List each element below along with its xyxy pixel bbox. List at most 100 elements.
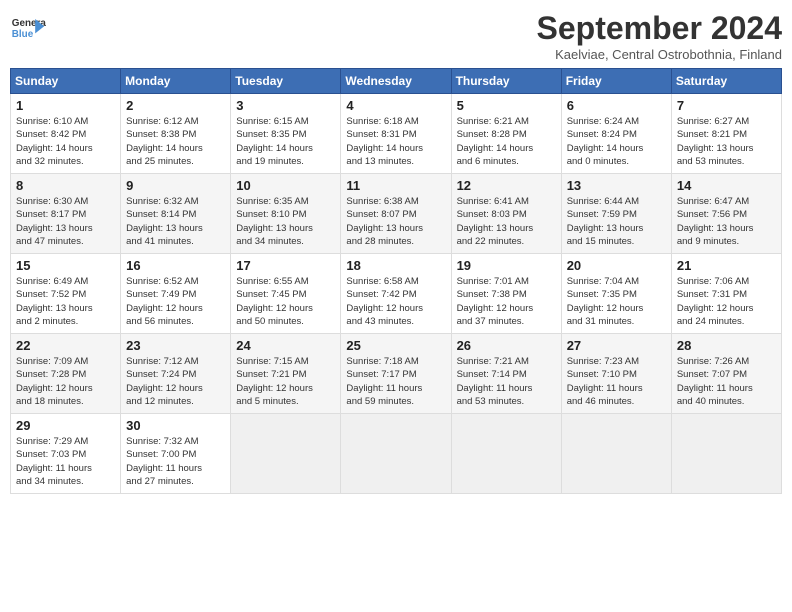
calendar-cell: 17Sunrise: 6:55 AMSunset: 7:45 PMDayligh… xyxy=(231,254,341,334)
calendar-cell: 6 Sunrise: 6:24 AMSunset: 8:24 PMDaylight… xyxy=(561,94,671,174)
day-info: Sunrise: 7:01 AMSunset: 7:38 PMDaylight:… xyxy=(457,275,556,328)
day-info: Sunrise: 6:30 AMSunset: 8:17 PMDaylight:… xyxy=(16,195,115,248)
header-saturday: Saturday xyxy=(671,69,781,94)
day-number: 22 xyxy=(16,338,115,353)
calendar-cell: 12 Sunrise: 6:41 AMSunset: 8:03 PMDayligh… xyxy=(451,174,561,254)
day-number: 8 xyxy=(16,178,115,193)
calendar-cell: 7 Sunrise: 6:27 AMSunset: 8:21 PMDaylight… xyxy=(671,94,781,174)
day-number: 27 xyxy=(567,338,666,353)
calendar-cell: 9 Sunrise: 6:32 AMSunset: 8:14 PMDaylight… xyxy=(121,174,231,254)
day-number: 6 xyxy=(567,98,666,113)
day-number: 25 xyxy=(346,338,445,353)
day-info: Sunrise: 6:44 AMSunset: 7:59 PMDaylight:… xyxy=(567,195,666,248)
day-info: Sunrise: 7:32 AMSunset: 7:00 PMDaylight:… xyxy=(126,435,225,488)
day-info: Sunrise: 6:49 AMSunset: 7:52 PMDaylight:… xyxy=(16,275,115,328)
day-number: 20 xyxy=(567,258,666,273)
calendar-cell: 3Sunrise: 6:15 AMSunset: 8:35 PMDaylight… xyxy=(231,94,341,174)
day-info: Sunrise: 7:12 AMSunset: 7:24 PMDaylight:… xyxy=(126,355,225,408)
day-info: Sunrise: 7:06 AMSunset: 7:31 PMDaylight:… xyxy=(677,275,776,328)
day-number: 19 xyxy=(457,258,556,273)
day-number: 1 xyxy=(16,98,115,113)
calendar-cell: 26 Sunrise: 7:21 AMSunset: 7:14 PMDayligh… xyxy=(451,334,561,414)
calendar-body: 1 Sunrise: 6:10 AMSunset: 8:42 PMDaylight… xyxy=(11,94,782,494)
day-info: Sunrise: 7:18 AMSunset: 7:17 PMDaylight:… xyxy=(346,355,445,408)
day-info: Sunrise: 6:55 AMSunset: 7:45 PMDaylight:… xyxy=(236,275,335,328)
header-thursday: Thursday xyxy=(451,69,561,94)
calendar-cell: 10 Sunrise: 6:35 AMSunset: 8:10 PMDayligh… xyxy=(231,174,341,254)
calendar-cell: 25 Sunrise: 7:18 AMSunset: 7:17 PMDayligh… xyxy=(341,334,451,414)
day-info: Sunrise: 7:26 AMSunset: 7:07 PMDaylight:… xyxy=(677,355,776,408)
day-info: Sunrise: 6:21 AMSunset: 8:28 PMDaylight:… xyxy=(457,115,556,168)
calendar-cell: 16Sunrise: 6:52 AMSunset: 7:49 PMDayligh… xyxy=(121,254,231,334)
day-info: Sunrise: 6:10 AMSunset: 8:42 PMDaylight:… xyxy=(16,115,115,168)
day-number: 14 xyxy=(677,178,776,193)
calendar-cell: 22 Sunrise: 7:09 AMSunset: 7:28 PMDayligh… xyxy=(11,334,121,414)
header-friday: Friday xyxy=(561,69,671,94)
page-header: General Blue September 2024 Kaelviae, Ce… xyxy=(10,10,782,62)
calendar-cell: 11Sunrise: 6:38 AMSunset: 8:07 PMDayligh… xyxy=(341,174,451,254)
day-number: 5 xyxy=(457,98,556,113)
day-number: 30 xyxy=(126,418,225,433)
day-info: Sunrise: 7:23 AMSunset: 7:10 PMDaylight:… xyxy=(567,355,666,408)
day-info: Sunrise: 6:27 AMSunset: 8:21 PMDaylight:… xyxy=(677,115,776,168)
header-sunday: Sunday xyxy=(11,69,121,94)
calendar-cell xyxy=(231,414,341,494)
day-number: 26 xyxy=(457,338,556,353)
calendar-cell: 14 Sunrise: 6:47 AMSunset: 7:56 PMDayligh… xyxy=(671,174,781,254)
calendar-cell xyxy=(451,414,561,494)
calendar-cell: 21 Sunrise: 7:06 AMSunset: 7:31 PMDayligh… xyxy=(671,254,781,334)
calendar-cell: 29 Sunrise: 7:29 AMSunset: 7:03 PMDayligh… xyxy=(11,414,121,494)
title-block: September 2024 Kaelviae, Central Ostrobo… xyxy=(537,10,782,62)
day-info: Sunrise: 6:24 AMSunset: 8:24 PMDaylight:… xyxy=(567,115,666,168)
calendar-cell: 5 Sunrise: 6:21 AMSunset: 8:28 PMDaylight… xyxy=(451,94,561,174)
day-info: Sunrise: 6:18 AMSunset: 8:31 PMDaylight:… xyxy=(346,115,445,168)
day-number: 24 xyxy=(236,338,335,353)
header-wednesday: Wednesday xyxy=(341,69,451,94)
calendar-cell: 20 Sunrise: 7:04 AMSunset: 7:35 PMDayligh… xyxy=(561,254,671,334)
day-number: 12 xyxy=(457,178,556,193)
logo-icon: General Blue xyxy=(10,10,46,46)
calendar-cell: 1 Sunrise: 6:10 AMSunset: 8:42 PMDaylight… xyxy=(11,94,121,174)
header-tuesday: Tuesday xyxy=(231,69,341,94)
calendar-cell: 28Sunrise: 7:26 AMSunset: 7:07 PMDayligh… xyxy=(671,334,781,414)
day-number: 21 xyxy=(677,258,776,273)
week-row-2: 8 Sunrise: 6:30 AMSunset: 8:17 PMDaylight… xyxy=(11,174,782,254)
week-row-4: 22 Sunrise: 7:09 AMSunset: 7:28 PMDayligh… xyxy=(11,334,782,414)
calendar-cell: 13 Sunrise: 6:44 AMSunset: 7:59 PMDayligh… xyxy=(561,174,671,254)
day-info: Sunrise: 6:35 AMSunset: 8:10 PMDaylight:… xyxy=(236,195,335,248)
week-row-5: 29 Sunrise: 7:29 AMSunset: 7:03 PMDayligh… xyxy=(11,414,782,494)
day-number: 10 xyxy=(236,178,335,193)
day-info: Sunrise: 6:15 AMSunset: 8:35 PMDaylight:… xyxy=(236,115,335,168)
logo: General Blue xyxy=(10,10,46,46)
calendar-cell: 18Sunrise: 6:58 AMSunset: 7:42 PMDayligh… xyxy=(341,254,451,334)
header-monday: Monday xyxy=(121,69,231,94)
day-number: 23 xyxy=(126,338,225,353)
day-info: Sunrise: 7:29 AMSunset: 7:03 PMDaylight:… xyxy=(16,435,115,488)
day-number: 29 xyxy=(16,418,115,433)
day-number: 4 xyxy=(346,98,445,113)
day-number: 9 xyxy=(126,178,225,193)
day-number: 7 xyxy=(677,98,776,113)
calendar-cell: 8 Sunrise: 6:30 AMSunset: 8:17 PMDaylight… xyxy=(11,174,121,254)
calendar-cell xyxy=(341,414,451,494)
calendar-cell: 19 Sunrise: 7:01 AMSunset: 7:38 PMDayligh… xyxy=(451,254,561,334)
day-info: Sunrise: 6:52 AMSunset: 7:49 PMDaylight:… xyxy=(126,275,225,328)
day-info: Sunrise: 6:32 AMSunset: 8:14 PMDaylight:… xyxy=(126,195,225,248)
calendar-cell: 30 Sunrise: 7:32 AMSunset: 7:00 PMDayligh… xyxy=(121,414,231,494)
week-row-3: 15 Sunrise: 6:49 AMSunset: 7:52 PMDayligh… xyxy=(11,254,782,334)
day-info: Sunrise: 6:47 AMSunset: 7:56 PMDaylight:… xyxy=(677,195,776,248)
calendar-cell: 15 Sunrise: 6:49 AMSunset: 7:52 PMDayligh… xyxy=(11,254,121,334)
calendar-cell: 23 Sunrise: 7:12 AMSunset: 7:24 PMDayligh… xyxy=(121,334,231,414)
day-info: Sunrise: 7:21 AMSunset: 7:14 PMDaylight:… xyxy=(457,355,556,408)
day-number: 13 xyxy=(567,178,666,193)
day-number: 15 xyxy=(16,258,115,273)
day-info: Sunrise: 7:09 AMSunset: 7:28 PMDaylight:… xyxy=(16,355,115,408)
day-number: 11 xyxy=(346,178,445,193)
calendar-subtitle: Kaelviae, Central Ostrobothnia, Finland xyxy=(537,47,782,62)
calendar-cell: 24Sunrise: 7:15 AMSunset: 7:21 PMDayligh… xyxy=(231,334,341,414)
day-info: Sunrise: 6:58 AMSunset: 7:42 PMDaylight:… xyxy=(346,275,445,328)
day-info: Sunrise: 6:41 AMSunset: 8:03 PMDaylight:… xyxy=(457,195,556,248)
day-info: Sunrise: 6:12 AMSunset: 8:38 PMDaylight:… xyxy=(126,115,225,168)
calendar-cell xyxy=(671,414,781,494)
day-info: Sunrise: 7:04 AMSunset: 7:35 PMDaylight:… xyxy=(567,275,666,328)
